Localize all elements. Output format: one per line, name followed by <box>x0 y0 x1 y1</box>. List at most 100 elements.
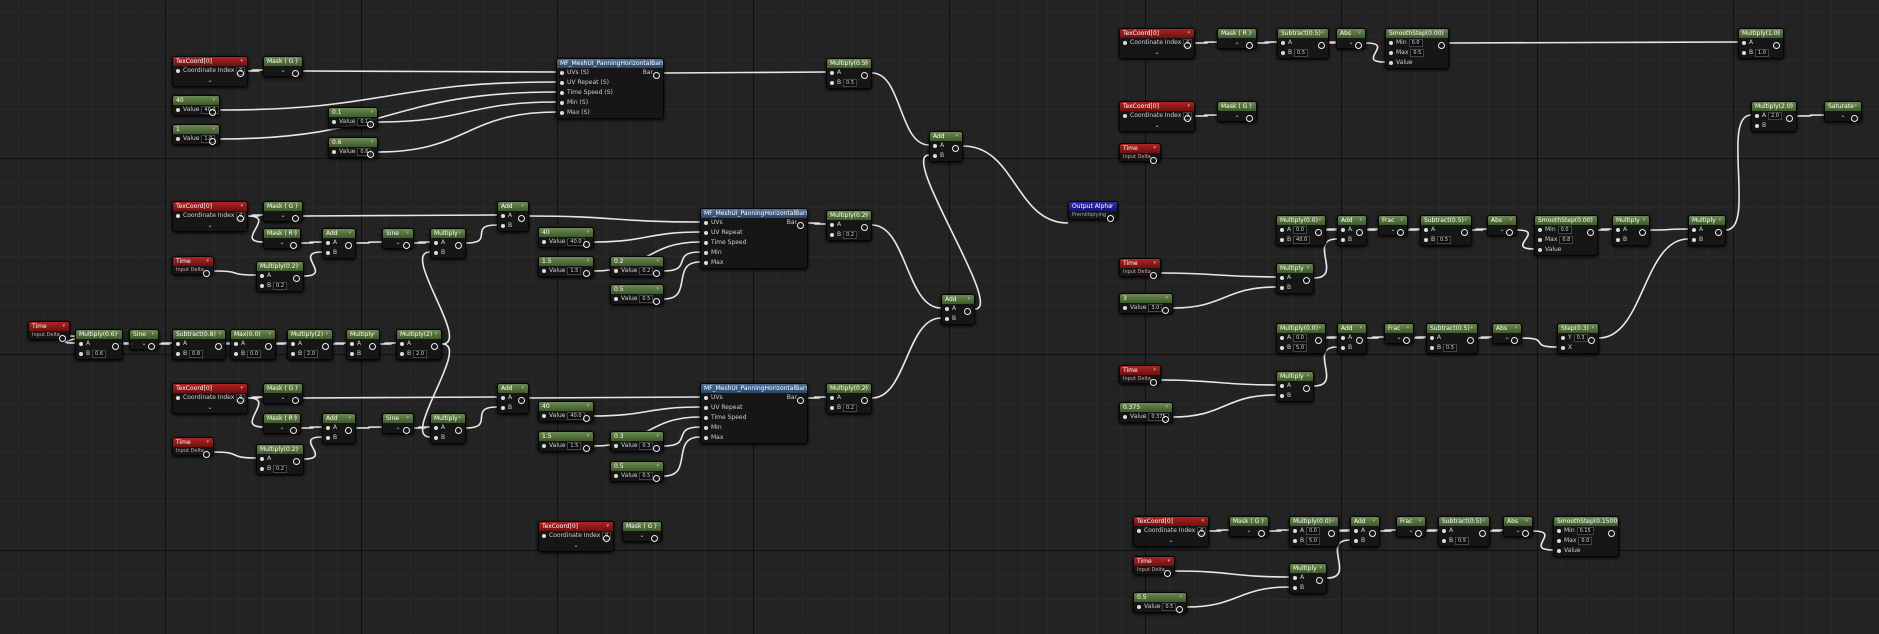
input-pin[interactable] <box>501 223 505 228</box>
output-pin[interactable] <box>403 242 410 249</box>
input-pin[interactable] <box>1341 335 1345 340</box>
graph-node[interactable]: Add ▾ A B <box>322 413 356 444</box>
graph-node[interactable]: Multiply ▾ A B <box>346 329 380 360</box>
input-pin[interactable] <box>434 425 438 430</box>
chevron-down-icon[interactable]: ▾ <box>151 330 154 339</box>
input-pin[interactable] <box>704 240 708 245</box>
input-pin[interactable] <box>234 351 238 356</box>
chevron-down-icon[interactable]: ▾ <box>967 295 970 304</box>
output-pin[interactable] <box>367 151 374 158</box>
output-pin[interactable] <box>1150 379 1157 386</box>
graph-node[interactable]: Time ▾ Input Delta <box>1119 258 1161 279</box>
input-pin[interactable] <box>1123 305 1127 310</box>
graph-node[interactable]: TexCoord[0] ▾ Coordinate Index 0 ⌄ <box>172 201 248 232</box>
graph-node[interactable]: Multiply(0.2) ▾ A B 0.2 <box>826 383 872 414</box>
output-pin[interactable] <box>583 241 590 248</box>
input-pin[interactable] <box>704 405 708 410</box>
chevron-down-icon[interactable]: ▾ <box>295 384 298 393</box>
pin-value-field[interactable]: 0.5 <box>1443 343 1457 352</box>
graph-node[interactable]: Output Alpha ▾ Premiltiplying <box>1068 201 1118 222</box>
pin-value-field[interactable]: 40.0 <box>567 411 585 420</box>
graph-node[interactable]: Multiply(0.2) ▾ A B 0.2 <box>826 210 872 241</box>
input-pin[interactable] <box>1341 227 1345 232</box>
output-pin[interactable] <box>1639 229 1646 236</box>
input-pin[interactable] <box>614 473 618 478</box>
chevron-down-icon[interactable]: ▾ <box>325 330 328 339</box>
graph-node[interactable]: Subtract(0.5) ▾ A B 0.5 <box>1420 215 1472 246</box>
graph-node[interactable]: SmoothStep(0.1500) ▾ Min 0.15 Max 0.0 Value <box>1553 516 1619 557</box>
chevron-down-icon[interactable]: ▾ <box>1525 517 1528 526</box>
output-pin[interactable] <box>203 270 210 277</box>
chevron-down-icon[interactable]: ▾ <box>864 59 867 68</box>
output-pin[interactable] <box>1403 337 1410 344</box>
pin-value-field[interactable]: 0.3 <box>1573 333 1588 342</box>
graph-node[interactable]: Mask ( R ) ▾ ⌄ <box>263 228 301 249</box>
chevron-down-icon[interactable]: ▾ <box>1611 517 1614 526</box>
output-pin[interactable] <box>583 445 590 452</box>
input-pin[interactable] <box>542 413 546 418</box>
graph-node[interactable]: Mask ( G ) ▾ ⌄ <box>263 383 303 404</box>
input-pin[interactable] <box>1557 528 1561 533</box>
input-pin[interactable] <box>434 240 438 245</box>
output-pin[interactable] <box>861 72 868 79</box>
pin-value-field[interactable]: 2.0 <box>1768 111 1782 120</box>
chevron-down-icon[interactable]: ▾ <box>1187 102 1190 111</box>
input-pin[interactable] <box>1293 538 1297 543</box>
graph-node[interactable]: 40 ▾ Value 40.0 <box>538 227 594 248</box>
graph-node[interactable]: Multiply ▾ A B <box>1612 215 1650 246</box>
input-pin[interactable] <box>614 443 618 448</box>
pin-value-field[interactable]: 3.0 <box>1148 303 1163 312</box>
input-pin[interactable] <box>350 351 354 356</box>
pin-value-field[interactable]: 0.0 <box>1293 225 1307 234</box>
input-pin[interactable] <box>1389 60 1393 65</box>
output-pin[interactable] <box>215 343 222 350</box>
input-pin[interactable] <box>1424 227 1428 232</box>
output-pin[interactable] <box>1587 229 1594 236</box>
input-pin[interactable] <box>830 232 834 237</box>
pin-value-field[interactable]: 0.5 <box>1455 536 1469 545</box>
chevron-down-icon[interactable]: ▾ <box>293 414 296 423</box>
input-pin[interactable] <box>560 70 564 75</box>
output-pin[interactable] <box>1150 272 1157 279</box>
graph-node[interactable]: Mask ( G ) ▾ ⌄ <box>1217 101 1257 122</box>
output-pin[interactable] <box>1258 530 1265 537</box>
input-pin[interactable] <box>326 240 330 245</box>
graph-node[interactable]: Time ▾ Input Delta <box>28 321 70 342</box>
chevron-down-icon[interactable]: ▾ <box>1306 372 1309 381</box>
output-pin[interactable] <box>369 343 376 350</box>
output-pin[interactable] <box>1608 530 1615 537</box>
output-pin[interactable] <box>603 535 610 542</box>
input-pin[interactable] <box>560 110 564 115</box>
graph-node[interactable]: Multiply(2) ▾ A B 2.0 <box>396 329 442 360</box>
chevron-down-icon[interactable]: ▾ <box>206 438 209 447</box>
expand-toggle[interactable]: ⌄ <box>539 541 613 551</box>
output-pin[interactable] <box>292 397 299 404</box>
chevron-down-icon[interactable]: ▾ <box>348 414 351 423</box>
graph-node[interactable]: Sine ▾ ⌄ <box>382 228 414 249</box>
pin-value-field[interactable]: 40.0 <box>1293 235 1311 244</box>
graph-node[interactable]: SmoothStep(0.00) ▾ Min 0.0 Max 0.5 Value <box>1385 28 1449 69</box>
graph-node[interactable]: Multiply ▾ A B <box>1289 563 1327 594</box>
graph-node[interactable]: 0.2 ▾ Value 0.2 <box>610 256 664 277</box>
chevron-down-icon[interactable]: ▾ <box>1153 144 1156 153</box>
graph-node[interactable]: Mask ( G ) ▾ ⌄ <box>263 201 303 222</box>
output-pin[interactable] <box>1415 530 1422 537</box>
graph-node[interactable]: 1.5 ▾ Value 1.5 <box>538 431 594 452</box>
input-pin[interactable] <box>176 68 180 73</box>
graph-node[interactable]: Add ▾ A B <box>497 383 529 414</box>
chevron-down-icon[interactable]: ▾ <box>1201 517 1204 526</box>
pin-value-field[interactable]: 0.0 <box>1408 38 1423 47</box>
input-pin[interactable] <box>1692 227 1696 232</box>
chevron-down-icon[interactable]: ▾ <box>212 96 215 105</box>
input-pin[interactable] <box>1354 528 1358 533</box>
graph-node[interactable]: Add ▾ A B <box>322 228 356 259</box>
input-pin[interactable] <box>704 260 708 265</box>
graph-node[interactable]: TexCoord[0] ▾ Coordinate Index 0 ⌄ <box>1119 28 1195 59</box>
input-pin[interactable] <box>704 220 708 225</box>
graph-node[interactable]: 0.5 ▾ Value 0.5 <box>1133 592 1187 613</box>
input-pin[interactable] <box>945 316 949 321</box>
input-pin[interactable] <box>260 283 264 288</box>
chevron-down-icon[interactable]: ▾ <box>1441 29 1444 38</box>
pin-value-field[interactable]: 0.15 <box>1576 526 1594 535</box>
input-pin[interactable] <box>1280 285 1284 290</box>
